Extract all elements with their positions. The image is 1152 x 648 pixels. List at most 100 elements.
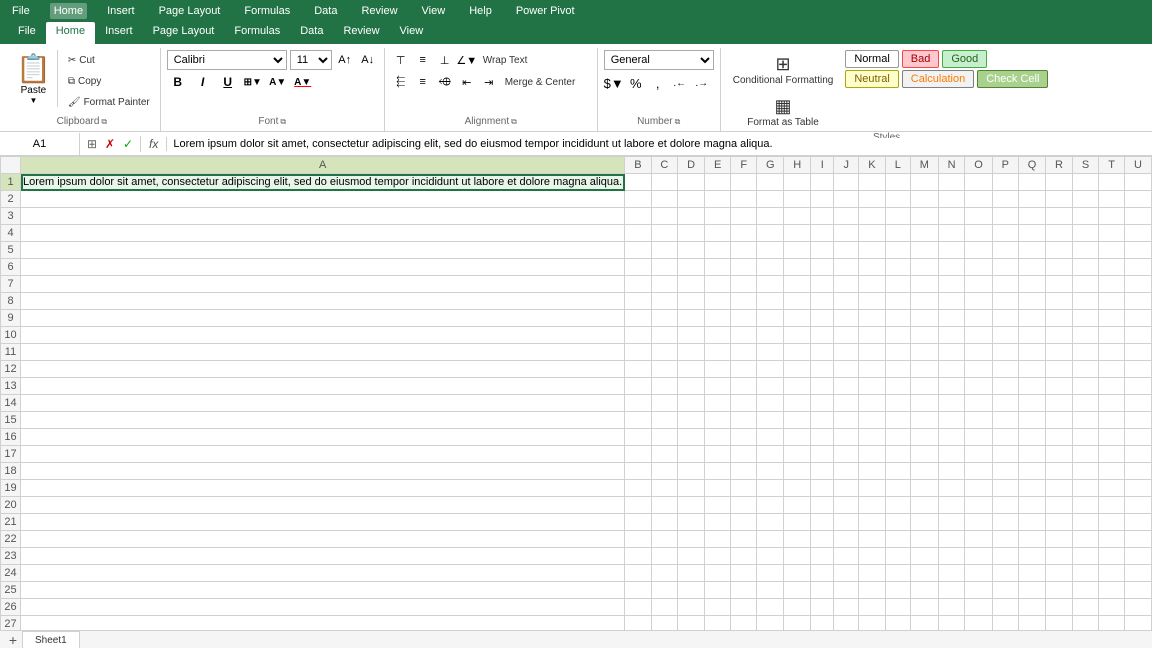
cell-M14[interactable]: [911, 395, 939, 412]
cell-B12[interactable]: [625, 361, 651, 378]
cell-F20[interactable]: [731, 497, 757, 514]
cell-U25[interactable]: [1125, 582, 1152, 599]
cell-A5[interactable]: [21, 242, 625, 259]
cell-I27[interactable]: [811, 616, 834, 631]
cell-P7[interactable]: [992, 276, 1018, 293]
tab-home[interactable]: Home: [46, 22, 95, 44]
cell-H19[interactable]: [784, 480, 811, 497]
cell-S25[interactable]: [1072, 582, 1098, 599]
cell-P15[interactable]: [992, 412, 1018, 429]
cell-A17[interactable]: [21, 446, 625, 463]
cell-M20[interactable]: [911, 497, 939, 514]
cell-J24[interactable]: [834, 565, 859, 582]
cell-T25[interactable]: [1099, 582, 1125, 599]
cell-N18[interactable]: [938, 463, 965, 480]
cell-L26[interactable]: [885, 599, 910, 616]
increase-decimal-button[interactable]: .→: [692, 73, 712, 93]
cell-T24[interactable]: [1099, 565, 1125, 582]
cell-L15[interactable]: [885, 412, 910, 429]
cell-F15[interactable]: [731, 412, 757, 429]
cell-M11[interactable]: [911, 344, 939, 361]
cell-H22[interactable]: [784, 531, 811, 548]
cell-N12[interactable]: [938, 361, 965, 378]
cell-B14[interactable]: [625, 395, 651, 412]
cell-C22[interactable]: [651, 531, 678, 548]
cell-N22[interactable]: [938, 531, 965, 548]
cell-O11[interactable]: [965, 344, 992, 361]
cell-P25[interactable]: [992, 582, 1018, 599]
cell-L24[interactable]: [885, 565, 910, 582]
cell-O13[interactable]: [965, 378, 992, 395]
cell-O21[interactable]: [965, 514, 992, 531]
cell-H21[interactable]: [784, 514, 811, 531]
cell-N1[interactable]: [938, 174, 965, 191]
format-painter-button[interactable]: 🖌Format Painter: [64, 92, 154, 112]
menu-view[interactable]: View: [418, 3, 450, 19]
cell-C6[interactable]: [651, 259, 678, 276]
cell-P2[interactable]: [992, 191, 1018, 208]
tab-formulas[interactable]: Formulas: [224, 22, 290, 44]
cell-O27[interactable]: [965, 616, 992, 631]
cell-D17[interactable]: [678, 446, 705, 463]
cell-J16[interactable]: [834, 429, 859, 446]
cell-E8[interactable]: [705, 293, 731, 310]
cell-H11[interactable]: [784, 344, 811, 361]
cell-F17[interactable]: [731, 446, 757, 463]
cell-B13[interactable]: [625, 378, 651, 395]
cell-R23[interactable]: [1046, 548, 1073, 565]
cell-T22[interactable]: [1099, 531, 1125, 548]
cell-A11[interactable]: [21, 344, 625, 361]
cell-C13[interactable]: [651, 378, 678, 395]
accounting-format-button[interactable]: $▼: [604, 73, 624, 93]
cell-I21[interactable]: [811, 514, 834, 531]
cell-E24[interactable]: [705, 565, 731, 582]
cell-A3[interactable]: [21, 208, 625, 225]
cell-G1[interactable]: [757, 174, 784, 191]
cell-T19[interactable]: [1099, 480, 1125, 497]
cell-E9[interactable]: [705, 310, 731, 327]
italic-button[interactable]: I: [192, 72, 214, 92]
cell-P24[interactable]: [992, 565, 1018, 582]
cell-I18[interactable]: [811, 463, 834, 480]
cell-I23[interactable]: [811, 548, 834, 565]
cell-P13[interactable]: [992, 378, 1018, 395]
cell-R7[interactable]: [1046, 276, 1073, 293]
cell-H12[interactable]: [784, 361, 811, 378]
cell-U20[interactable]: [1125, 497, 1152, 514]
cell-D25[interactable]: [678, 582, 705, 599]
cell-E1[interactable]: [705, 174, 731, 191]
row-header-22[interactable]: 22: [1, 531, 21, 548]
formula-cancel-icon[interactable]: ✗: [102, 136, 118, 152]
cell-F1[interactable]: [731, 174, 757, 191]
col-header-U[interactable]: U: [1125, 157, 1152, 174]
cell-N3[interactable]: [938, 208, 965, 225]
cell-G25[interactable]: [757, 582, 784, 599]
cell-R11[interactable]: [1046, 344, 1073, 361]
cell-H9[interactable]: [784, 310, 811, 327]
menu-help[interactable]: Help: [465, 3, 496, 19]
row-header-11[interactable]: 11: [1, 344, 21, 361]
cell-M4[interactable]: [911, 225, 939, 242]
cell-C23[interactable]: [651, 548, 678, 565]
cell-R18[interactable]: [1046, 463, 1073, 480]
cell-C4[interactable]: [651, 225, 678, 242]
cell-L1[interactable]: [885, 174, 910, 191]
cell-J5[interactable]: [834, 242, 859, 259]
formula-confirm-icon[interactable]: ✓: [120, 136, 136, 152]
cell-C1[interactable]: [651, 174, 678, 191]
cell-K2[interactable]: [859, 191, 885, 208]
cell-T14[interactable]: [1099, 395, 1125, 412]
cell-D21[interactable]: [678, 514, 705, 531]
cell-G4[interactable]: [757, 225, 784, 242]
cell-B2[interactable]: [625, 191, 651, 208]
cell-K15[interactable]: [859, 412, 885, 429]
cell-F27[interactable]: [731, 616, 757, 631]
cell-M1[interactable]: [911, 174, 939, 191]
cell-K20[interactable]: [859, 497, 885, 514]
cell-U23[interactable]: [1125, 548, 1152, 565]
cell-N24[interactable]: [938, 565, 965, 582]
cell-C19[interactable]: [651, 480, 678, 497]
cell-B17[interactable]: [625, 446, 651, 463]
cell-F12[interactable]: [731, 361, 757, 378]
col-header-G[interactable]: G: [757, 157, 784, 174]
